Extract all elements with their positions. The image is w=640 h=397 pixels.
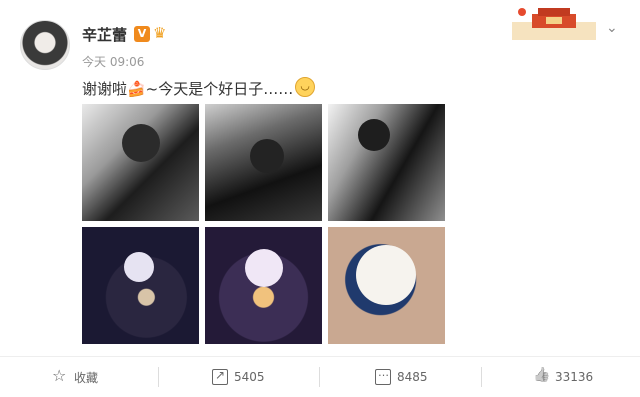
crown-icon: ♛ (153, 24, 167, 42)
weibo-post: 辛芷蕾 V ♛ 今天 09:06 ⌄ 谢谢啦🍰~今天是个好日子……◡ ☆ 收藏 … (0, 0, 640, 396)
photo-6-subject (356, 245, 416, 305)
photo-5-subject (245, 249, 283, 287)
star-icon (52, 366, 68, 385)
divider (481, 367, 482, 387)
photo-1[interactable] (82, 104, 199, 221)
like-button[interactable]: 33136 (533, 365, 593, 389)
photo-3[interactable] (328, 104, 445, 221)
divider (319, 367, 320, 387)
favorite-label: 收藏 (74, 370, 99, 385)
divider (158, 367, 159, 387)
comment-button[interactable]: 8485 (375, 365, 428, 389)
share-count: 5405 (234, 370, 265, 384)
smile-emoji-icon (295, 77, 316, 97)
like-count: 33136 (555, 370, 594, 384)
avatar[interactable] (20, 20, 70, 70)
photo-1-subject (122, 124, 160, 162)
photo-2[interactable] (205, 104, 322, 221)
photo-3-subject (358, 119, 390, 151)
photo-2-subject (250, 139, 284, 173)
post-content: 谢谢啦🍰~今天是个好日子…… (82, 77, 316, 99)
chevron-down-icon[interactable]: ⌄ (606, 20, 618, 36)
post-time[interactable]: 今天 09:06 (82, 53, 144, 70)
comment-icon (375, 366, 391, 385)
thumbs-up-icon (533, 369, 549, 385)
photo-5[interactable] (205, 227, 322, 344)
username[interactable]: 辛芷蕾 (82, 24, 127, 45)
post-text: 谢谢啦🍰~今天是个好日子…… (82, 80, 294, 98)
great-wall-decoration (512, 4, 596, 40)
share-icon (212, 368, 228, 385)
photo-6[interactable] (328, 227, 445, 344)
photo-4[interactable] (82, 227, 199, 344)
photo-grid (82, 104, 447, 344)
share-button[interactable]: 5405 (212, 365, 265, 389)
photo-4-subject (124, 252, 154, 282)
action-bar: 收藏 5405 8485 33136 (0, 356, 640, 397)
favorite-button[interactable]: 收藏 (52, 365, 98, 389)
comment-count: 8485 (397, 370, 428, 384)
verified-badge: V (134, 26, 150, 42)
